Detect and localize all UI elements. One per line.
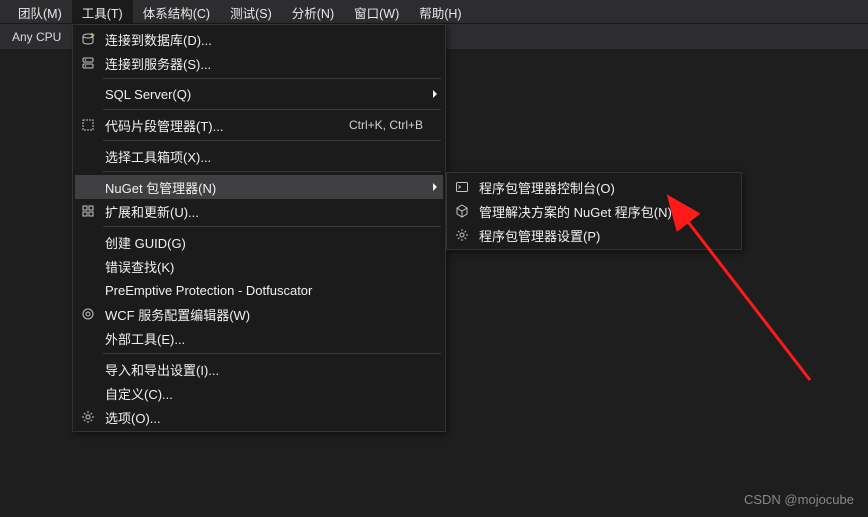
menu-separator bbox=[103, 171, 441, 172]
menu-separator bbox=[103, 353, 441, 354]
menu-label: 导入和导出设置(I)... bbox=[101, 360, 443, 379]
menu-label: 扩展和更新(U)... bbox=[101, 202, 443, 221]
menu-label: 程序包管理器控制台(O) bbox=[475, 178, 739, 197]
submenu-arrow-icon bbox=[433, 90, 437, 98]
submenu-manage-nuget[interactable]: 管理解决方案的 NuGet 程序包(N)... bbox=[449, 199, 739, 223]
menu-label: PreEmptive Protection - Dotfuscator bbox=[101, 283, 443, 298]
menu-choose-toolbox[interactable]: 选择工具箱项(X)... bbox=[75, 144, 443, 168]
menu-label: 连接到服务器(S)... bbox=[101, 54, 443, 73]
menubar-window[interactable]: 窗口(W) bbox=[344, 0, 409, 23]
menu-error-lookup[interactable]: 错误查找(K) bbox=[75, 254, 443, 278]
gear-icon bbox=[449, 228, 475, 242]
menu-label: NuGet 包管理器(N) bbox=[101, 178, 443, 197]
menu-extensions-updates[interactable]: 扩展和更新(U)... bbox=[75, 199, 443, 223]
menu-connect-database[interactable]: 连接到数据库(D)... bbox=[75, 27, 443, 51]
menubar-architecture[interactable]: 体系结构(C) bbox=[133, 0, 220, 23]
submenu-package-settings[interactable]: 程序包管理器设置(P) bbox=[449, 223, 739, 247]
menu-wcf-editor[interactable]: WCF 服务配置编辑器(W) bbox=[75, 302, 443, 326]
wcf-icon bbox=[75, 307, 101, 321]
menu-connect-server[interactable]: 连接到服务器(S)... bbox=[75, 51, 443, 75]
menu-options[interactable]: 选项(O)... bbox=[75, 405, 443, 429]
extensions-icon bbox=[75, 204, 101, 218]
tools-dropdown: 连接到数据库(D)... 连接到服务器(S)... SQL Server(Q) … bbox=[72, 24, 446, 432]
menu-dotfuscator[interactable]: PreEmptive Protection - Dotfuscator bbox=[75, 278, 443, 302]
menu-create-guid[interactable]: 创建 GUID(G) bbox=[75, 230, 443, 254]
menu-label: 自定义(C)... bbox=[101, 384, 443, 403]
submenu-arrow-icon bbox=[433, 183, 437, 191]
snippet-icon bbox=[75, 118, 101, 132]
menu-label: 代码片段管理器(T)... bbox=[101, 116, 349, 135]
menu-separator bbox=[103, 226, 441, 227]
menu-code-snippets[interactable]: 代码片段管理器(T)... Ctrl+K, Ctrl+B bbox=[75, 113, 443, 137]
menu-customize[interactable]: 自定义(C)... bbox=[75, 381, 443, 405]
menu-import-export[interactable]: 导入和导出设置(I)... bbox=[75, 357, 443, 381]
server-connect-icon bbox=[75, 56, 101, 70]
menu-label: 外部工具(E)... bbox=[101, 329, 443, 348]
menubar-tools[interactable]: 工具(T) bbox=[72, 0, 133, 23]
menu-label: SQL Server(Q) bbox=[101, 87, 443, 102]
menu-separator bbox=[103, 78, 441, 79]
menu-label: WCF 服务配置编辑器(W) bbox=[101, 305, 443, 324]
menu-sql-server[interactable]: SQL Server(Q) bbox=[75, 82, 443, 106]
console-icon bbox=[449, 180, 475, 194]
menu-label: 创建 GUID(G) bbox=[101, 233, 443, 252]
menu-nuget-manager[interactable]: NuGet 包管理器(N) bbox=[75, 175, 443, 199]
menu-label: 管理解决方案的 NuGet 程序包(N)... bbox=[475, 202, 739, 221]
menu-label: 选项(O)... bbox=[101, 408, 443, 427]
menu-separator bbox=[103, 140, 441, 141]
watermark: CSDN @mojocube bbox=[744, 492, 854, 507]
package-icon bbox=[449, 204, 475, 218]
menubar-help[interactable]: 帮助(H) bbox=[409, 0, 471, 23]
menubar: 团队(M) 工具(T) 体系结构(C) 测试(S) 分析(N) 窗口(W) 帮助… bbox=[0, 0, 868, 24]
menubar-team[interactable]: 团队(M) bbox=[8, 0, 72, 23]
menubar-test[interactable]: 测试(S) bbox=[220, 0, 282, 23]
submenu-package-console[interactable]: 程序包管理器控制台(O) bbox=[449, 175, 739, 199]
gear-icon bbox=[75, 410, 101, 424]
menubar-analyze[interactable]: 分析(N) bbox=[282, 0, 344, 23]
database-connect-icon bbox=[75, 32, 101, 46]
menu-shortcut: Ctrl+K, Ctrl+B bbox=[349, 118, 443, 132]
platform-selector[interactable]: Any CPU bbox=[6, 27, 67, 47]
menu-label: 连接到数据库(D)... bbox=[101, 30, 443, 49]
menu-label: 程序包管理器设置(P) bbox=[475, 226, 739, 245]
nuget-submenu: 程序包管理器控制台(O) 管理解决方案的 NuGet 程序包(N)... 程序包… bbox=[446, 172, 742, 250]
menu-external-tools[interactable]: 外部工具(E)... bbox=[75, 326, 443, 350]
menu-label: 选择工具箱项(X)... bbox=[101, 147, 443, 166]
menu-label: 错误查找(K) bbox=[101, 257, 443, 276]
menu-separator bbox=[103, 109, 441, 110]
